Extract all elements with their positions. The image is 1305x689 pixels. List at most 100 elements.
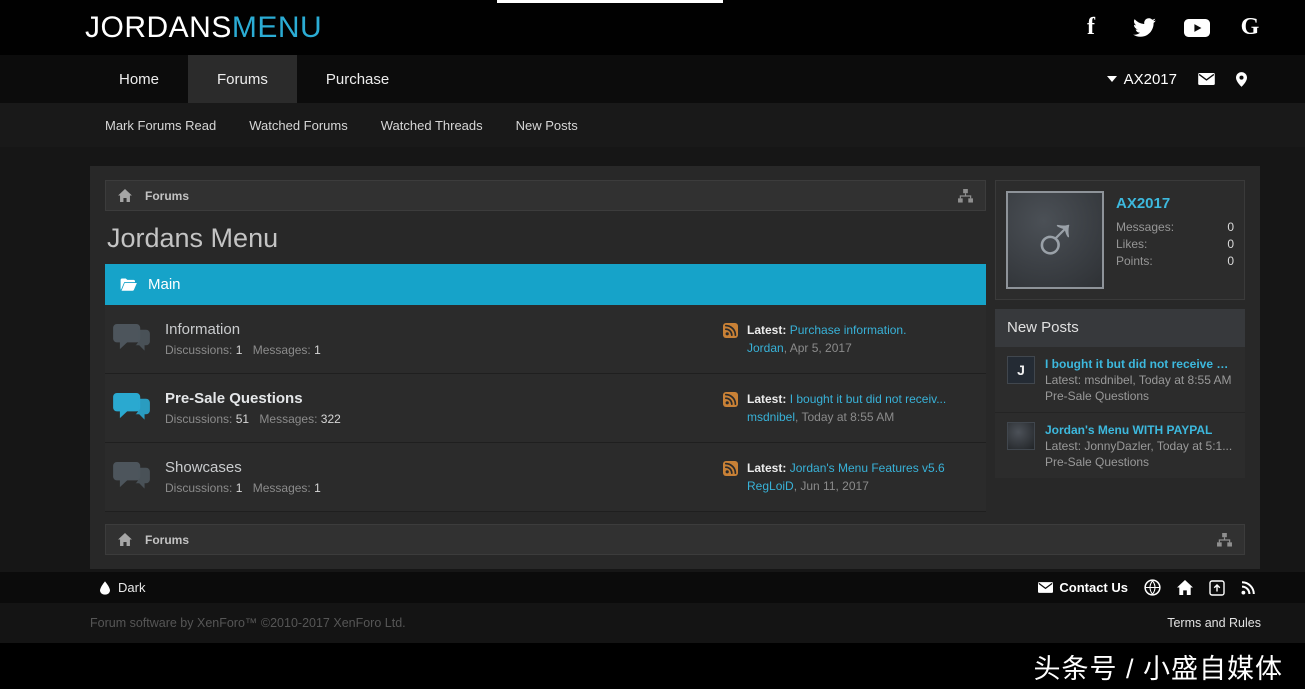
google-icon[interactable]: G <box>1237 15 1263 41</box>
latest-post-text: Latest: Jordan's Menu Features v5.6 RegL… <box>747 459 945 495</box>
new-posts-widget: New Posts J I bought it but did not rece… <box>995 309 1245 478</box>
latest-user-link[interactable]: RegLoiD <box>747 479 794 493</box>
rss-icon[interactable] <box>723 323 738 357</box>
twitter-icon[interactable] <box>1131 15 1157 41</box>
username-link[interactable]: AX2017 <box>1116 195 1234 212</box>
forum-node-body: Information Discussions: 1 Messages: 1 <box>165 321 723 357</box>
visitor-info: AX2017 Messages: 0 Likes: 0 Points: <box>1116 191 1234 289</box>
comments-icon <box>113 462 150 492</box>
location-icon[interactable] <box>1236 72 1247 87</box>
discussions-count: 51 <box>236 412 249 426</box>
contact-us-label: Contact Us <box>1059 580 1128 595</box>
new-post-item: Jordan's Menu WITH PAYPAL Latest: JonnyD… <box>995 412 1245 478</box>
forum-node-pre-sale-questions[interactable]: Pre-Sale Questions Discussions: 51 Messa… <box>105 374 986 443</box>
footer-bar: Dark Contact Us <box>0 572 1305 603</box>
main-navigation: Home Forums Purchase AX2017 <box>0 55 1305 103</box>
subnav-new-posts[interactable]: New Posts <box>516 118 578 133</box>
discussions-label: Discussions: <box>165 481 232 495</box>
new-post-forum: Pre-Sale Questions <box>1045 454 1232 470</box>
messages-label: Messages: <box>253 343 311 357</box>
forum-title-link[interactable]: Information <box>165 321 240 338</box>
chevron-down-icon <box>1107 76 1117 82</box>
stat-label: Likes: <box>1116 236 1147 253</box>
sitemap-icon[interactable] <box>1217 533 1232 547</box>
breadcrumb-forums-link[interactable]: Forums <box>145 189 189 203</box>
new-post-body: I bought it but did not receive my ... L… <box>1045 356 1233 404</box>
category-title: Main <box>148 276 181 293</box>
avatar[interactable] <box>1007 422 1035 450</box>
account-menu[interactable]: AX2017 <box>1107 71 1177 88</box>
footer-home-icon[interactable] <box>1177 580 1193 595</box>
subnav-watched-threads[interactable]: Watched Threads <box>381 118 483 133</box>
stat-label: Messages: <box>1116 219 1174 236</box>
forum-node-information[interactable]: Information Discussions: 1 Messages: 1 <box>105 305 986 374</box>
breadcrumb-bottom: Forums <box>105 524 1245 555</box>
avatar[interactable]: ♂ <box>1006 191 1104 289</box>
nav-tab-forums[interactable]: Forums <box>188 55 297 103</box>
stat-value: 0 <box>1227 219 1234 236</box>
forum-title-link[interactable]: Showcases <box>165 459 242 476</box>
subnav-mark-forums-read[interactable]: Mark Forums Read <box>105 118 216 133</box>
copyright-row: Forum software by XenForo™ ©2010-2017 Xe… <box>0 603 1305 643</box>
forum-stats: Discussions: 1 Messages: 1 <box>165 343 723 357</box>
stat-value: 0 <box>1227 253 1234 270</box>
new-post-thread-link[interactable]: I bought it but did not receive my ... <box>1045 356 1233 372</box>
rss-icon[interactable] <box>723 461 738 495</box>
latest-thread-link[interactable]: Purchase information. <box>790 323 907 337</box>
inbox-icon[interactable] <box>1198 73 1215 85</box>
forum-page: JORDANSMENU f G Home Forums Purchase AX2… <box>0 0 1305 689</box>
messages-count: 1 <box>314 343 321 357</box>
subnav-watched-forums[interactable]: Watched Forums <box>249 118 348 133</box>
rss-icon[interactable] <box>723 392 738 426</box>
new-post-forum: Pre-Sale Questions <box>1045 388 1233 404</box>
site-logo[interactable]: JORDANSMENU <box>85 11 322 45</box>
logo-text-primary: JORDANS <box>85 11 232 44</box>
avatar[interactable]: J <box>1007 356 1035 384</box>
youtube-icon[interactable] <box>1184 15 1210 41</box>
account-name: AX2017 <box>1124 71 1177 88</box>
sitemap-icon[interactable] <box>958 189 973 203</box>
watermark-text: 头条号 / 小盛自媒体 <box>1033 647 1283 686</box>
messages-count: 1 <box>314 481 321 495</box>
forum-node-showcases[interactable]: Showcases Discussions: 1 Messages: 1 <box>105 443 986 512</box>
breadcrumb-forums-link[interactable]: Forums <box>145 533 189 547</box>
new-post-meta: Latest: JonnyDazler, Today at 5:1... <box>1045 438 1232 454</box>
discussions-label: Discussions: <box>165 343 232 357</box>
help-icon[interactable] <box>1144 579 1161 596</box>
facebook-icon[interactable]: f <box>1078 15 1104 41</box>
style-chooser-button[interactable]: Dark <box>100 580 145 595</box>
latest-post-text: Latest: Purchase information. Jordan, Ap… <box>747 321 906 357</box>
main-column: Forums Jordans Menu Main <box>105 180 986 512</box>
category-main-bar[interactable]: Main <box>105 264 986 305</box>
footer-rss-icon[interactable] <box>1241 581 1255 595</box>
messages-label: Messages: <box>259 412 317 426</box>
latest-thread-link[interactable]: Jordan's Menu Features v5.6 <box>790 461 945 475</box>
new-post-item: J I bought it but did not receive my ...… <box>995 347 1245 412</box>
latest-post-block: Latest: Purchase information. Jordan, Ap… <box>723 321 986 357</box>
stat-value: 0 <box>1227 236 1234 253</box>
home-icon[interactable] <box>118 533 132 546</box>
latest-user-link[interactable]: Jordan <box>747 341 784 355</box>
messages-count: 322 <box>321 412 341 426</box>
latest-post-block: Latest: I bought it but did not receiv..… <box>723 390 986 426</box>
new-post-thread-link[interactable]: Jordan's Menu WITH PAYPAL <box>1045 422 1232 438</box>
terms-link[interactable]: Terms and Rules <box>1167 616 1261 630</box>
contact-us-link[interactable]: Contact Us <box>1038 580 1128 595</box>
forum-title-link[interactable]: Pre-Sale Questions <box>165 390 303 407</box>
nav-tab-purchase[interactable]: Purchase <box>297 55 418 103</box>
sub-navigation: Mark Forums Read Watched Forums Watched … <box>0 103 1305 147</box>
site-header: JORDANSMENU f G <box>0 0 1305 55</box>
nav-tab-home[interactable]: Home <box>90 55 188 103</box>
content-area: Forums Jordans Menu Main <box>0 147 1305 572</box>
discussions-count: 1 <box>236 481 243 495</box>
page-title: Jordans Menu <box>107 222 986 254</box>
latest-label: Latest: <box>747 461 786 475</box>
new-post-body: Jordan's Menu WITH PAYPAL Latest: JonnyD… <box>1045 422 1232 470</box>
scroll-top-icon[interactable] <box>1209 580 1225 596</box>
latest-user-link[interactable]: msdnibel <box>747 410 795 424</box>
envelope-icon <box>1038 582 1053 593</box>
home-icon[interactable] <box>118 189 132 202</box>
new-post-meta: Latest: msdnibel, Today at 8:55 AM <box>1045 372 1233 388</box>
discussions-label: Discussions: <box>165 412 232 426</box>
latest-thread-link[interactable]: I bought it but did not receiv... <box>790 392 947 406</box>
